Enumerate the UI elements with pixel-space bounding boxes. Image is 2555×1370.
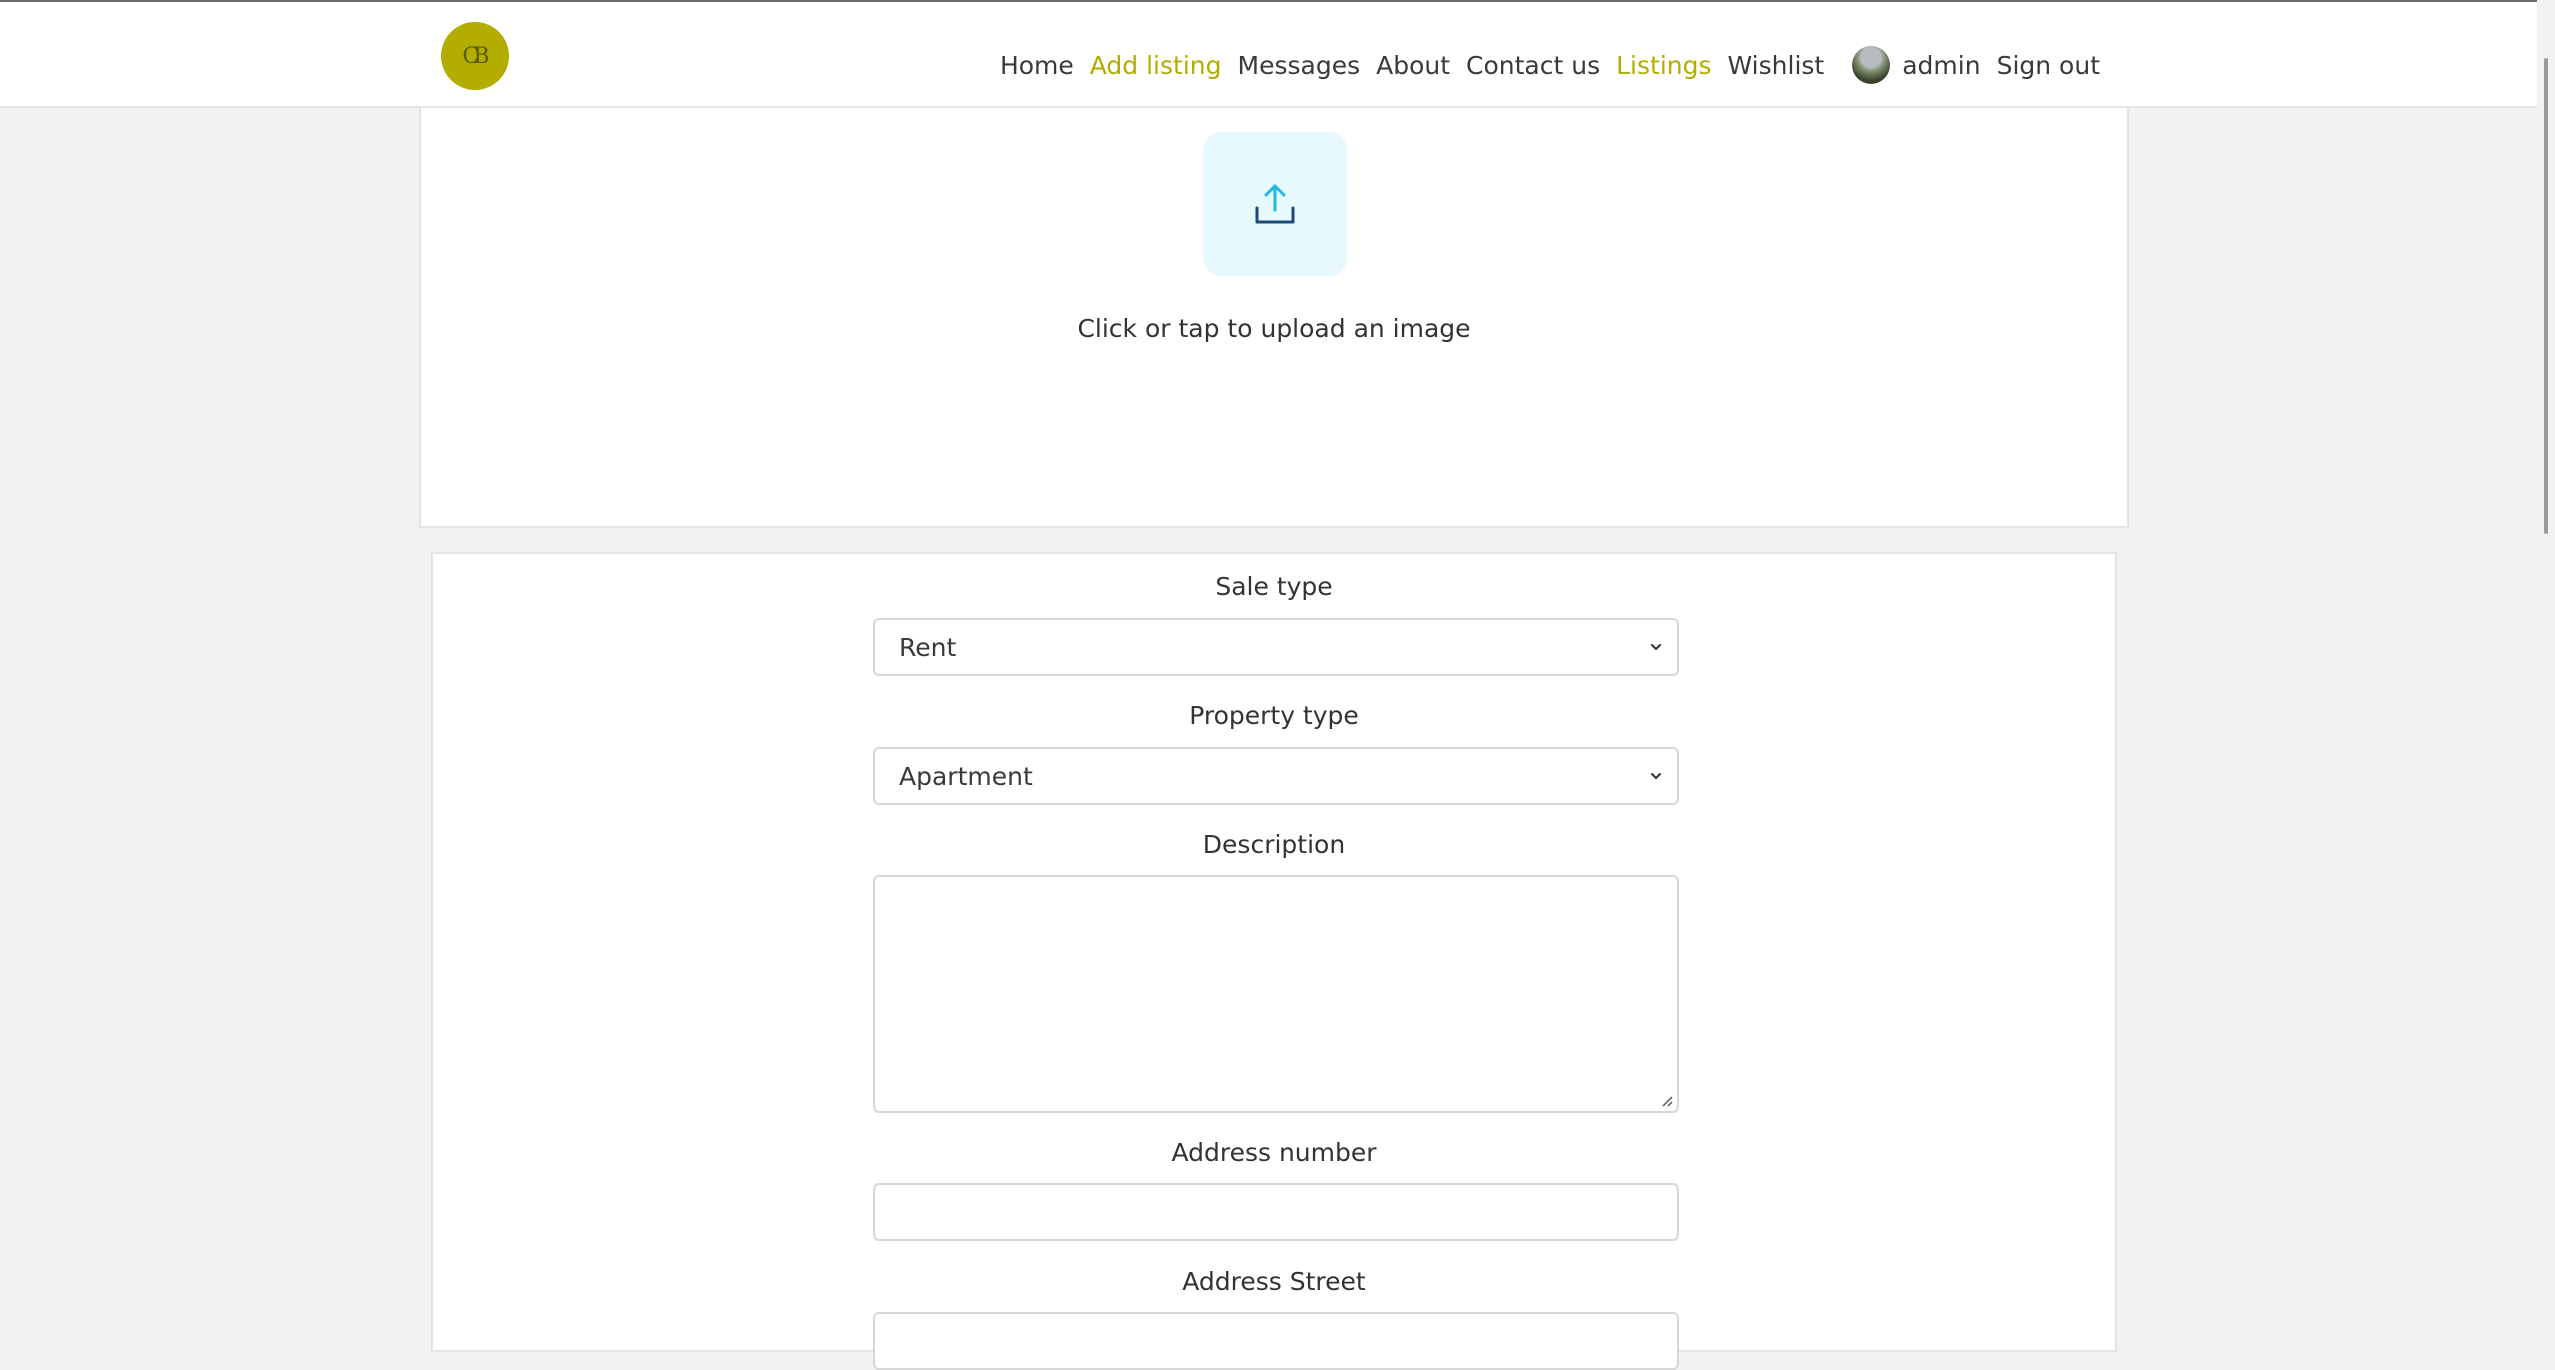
nav-listings-link[interactable]: Listings <box>1616 51 1711 80</box>
avatar[interactable] <box>1852 46 1891 84</box>
address-number-input[interactable] <box>873 1183 1679 1241</box>
sale-type-select[interactable]: Rent <box>873 618 1679 676</box>
page-scrollbar[interactable] <box>2537 0 2555 1347</box>
address-number-label: Address number <box>1171 1138 1377 1167</box>
description-textarea[interactable] <box>873 875 1679 1113</box>
upload-icon <box>1255 184 1295 224</box>
sale-type-value: Rent <box>899 632 957 662</box>
upload-button[interactable] <box>1203 132 1347 276</box>
nav-about-link[interactable]: About <box>1376 51 1450 80</box>
main-nav: Home Add listing Messages About Contact … <box>984 46 2100 84</box>
address-street-input[interactable] <box>873 1312 1679 1370</box>
property-type-select[interactable]: Apartment <box>873 747 1679 805</box>
logo[interactable]: CB <box>441 22 509 90</box>
top-navbar: CB Home Add listing Messages About Conta… <box>0 0 2553 108</box>
cb-monogram-icon: CB <box>462 43 490 69</box>
nav-home-link[interactable]: Home <box>1000 51 1074 80</box>
scrollbar-thumb[interactable] <box>2544 58 2548 534</box>
address-street-label: Address Street <box>1182 1267 1366 1296</box>
nav-sign-out-link[interactable]: Sign out <box>1997 51 2100 80</box>
listing-form: Sale type Rent Property type Apartment D… <box>431 552 2117 1370</box>
image-upload-area[interactable]: Click or tap to upload an image <box>419 108 2129 528</box>
chevron-down-icon <box>1651 773 1661 779</box>
property-type-label: Property type <box>1189 701 1359 730</box>
chevron-down-icon <box>1651 644 1661 650</box>
upload-instruction-text: Click or tap to upload an image <box>1077 314 1471 343</box>
sale-type-label: Sale type <box>1215 572 1333 601</box>
nav-wishlist-link[interactable]: Wishlist <box>1728 51 1825 80</box>
description-label: Description <box>1202 830 1346 859</box>
nav-user-link[interactable]: admin <box>1902 51 1980 80</box>
nav-messages-link[interactable]: Messages <box>1238 51 1361 80</box>
nav-contact-us-link[interactable]: Contact us <box>1466 51 1600 80</box>
resize-handle-icon[interactable] <box>1659 1093 1673 1107</box>
nav-add-listing-link[interactable]: Add listing <box>1090 51 1222 80</box>
property-type-value: Apartment <box>899 761 1033 791</box>
